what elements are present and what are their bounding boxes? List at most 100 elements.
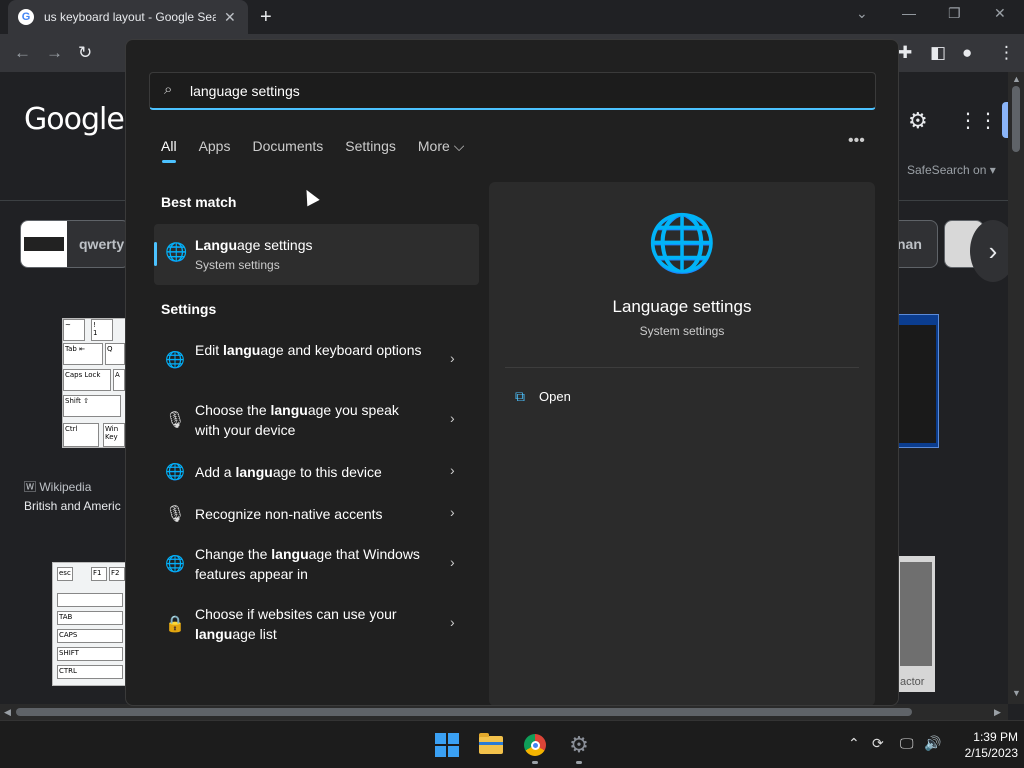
show-hidden-icons-chevron-icon[interactable]: ⌃	[848, 735, 860, 752]
tab-documents[interactable]: Documents	[252, 138, 323, 155]
tab-all[interactable]: All	[161, 138, 177, 163]
settings-result-add-language[interactable]: 🌐 Add a language to this device ›	[154, 458, 479, 494]
extensions-icon[interactable]: ✚	[898, 43, 912, 63]
tab-settings[interactable]: Settings	[345, 138, 396, 155]
settings-result-recognize-accents[interactable]: 🎙 Recognize non-native accents ›	[154, 500, 479, 536]
window-close-button[interactable]: ✕	[994, 5, 1006, 22]
settings-result-label: Choose if websites can use your language…	[195, 606, 397, 642]
wikipedia-source[interactable]: 🅆 Wikipedia	[24, 478, 91, 495]
network-icon[interactable]: 🖵	[900, 735, 914, 752]
settings-result-website-language-list[interactable]: 🔒 Choose if websites can use your langua…	[154, 600, 479, 650]
microphone-icon: 🎙	[165, 412, 186, 429]
tab-more[interactable]: More ⌵	[418, 138, 464, 155]
language-icon: 🌐	[165, 464, 185, 481]
language-icon: 🌐	[165, 242, 188, 262]
settings-gear-icon: ⚙	[569, 732, 589, 757]
chevron-down-icon: ⌵	[453, 138, 465, 154]
chevron-right-icon: ›	[450, 554, 455, 570]
windows-search-flyout: ⌕ All Apps Documents Settings More ⌵ •••…	[125, 39, 899, 706]
best-match-title: Language settings	[195, 237, 313, 253]
scroll-down-icon[interactable]: ▼	[1012, 688, 1021, 698]
windows-logo-icon	[435, 733, 459, 757]
search-box[interactable]: ⌕	[149, 72, 876, 110]
chip-label: qwerty	[79, 236, 125, 252]
reload-icon[interactable]: ↻	[78, 43, 92, 63]
settings-taskbar-button[interactable]: ⚙	[566, 732, 592, 758]
search-input[interactable]	[190, 81, 850, 101]
tab-title: us keyboard layout - Google Sea	[44, 10, 216, 24]
settings-result-label: Change the language that Windows feature…	[195, 546, 420, 582]
file-explorer-button[interactable]	[478, 732, 504, 758]
scroll-right-icon[interactable]: ▶	[994, 707, 1001, 718]
horizontal-scrollbar[interactable]: ◀ ▶	[0, 704, 1008, 720]
browser-tabstrip: G us keyboard layout - Google Sea ✕ + ⌄ …	[0, 0, 1024, 34]
google-apps-icon[interactable]: ⋮⋮⋮	[958, 108, 1008, 133]
scrollbar-thumb[interactable]	[1012, 86, 1020, 152]
detail-title: Language settings	[612, 297, 752, 316]
chrome-icon	[524, 734, 546, 756]
google-favicon-icon: G	[18, 9, 34, 25]
keyboard-image-result[interactable]: ~ ! 1 Tab ⇤ Q Caps Lock A Shift ⇧ Ctrl Wi…	[62, 318, 126, 448]
tab-search-icon[interactable]: ⌄	[856, 5, 868, 22]
best-match-heading: Best match	[161, 194, 237, 210]
settings-heading: Settings	[161, 301, 217, 317]
forward-arrow-icon[interactable]: →	[46, 43, 63, 63]
settings-result-label: Choose the language you speak with your …	[195, 402, 399, 438]
settings-result-windows-language[interactable]: 🌐 Change the language that Windows featu…	[154, 540, 479, 590]
chip-next-arrow-icon[interactable]: ›	[970, 220, 1008, 282]
search-icon: ⌕	[164, 81, 173, 98]
chip-thumbnail	[21, 221, 67, 267]
chip-label: nan	[897, 236, 922, 252]
side-panel-icon[interactable]: ◧	[930, 43, 946, 63]
scroll-up-icon[interactable]: ▲	[1012, 74, 1021, 84]
settings-result-edit-language[interactable]: 🌐 Edit language and keyboard options ›	[154, 336, 479, 386]
chevron-right-icon: ›	[450, 410, 455, 426]
detail-subtitle: System settings	[639, 324, 725, 338]
clock-date: 2/15/2023	[964, 746, 1018, 760]
tab-close-icon[interactable]: ✕	[224, 9, 236, 26]
back-arrow-icon[interactable]: ←	[14, 43, 31, 63]
volume-icon[interactable]: 🔊	[924, 735, 941, 752]
related-chip-qwerty[interactable]: qwerty	[20, 220, 130, 268]
chevron-right-icon: ›	[450, 350, 455, 366]
chevron-right-icon: ›	[450, 504, 455, 520]
profile-icon[interactable]: ●	[962, 43, 972, 63]
chevron-right-icon: ›	[450, 462, 455, 478]
keyboard-image-gray[interactable]	[897, 556, 935, 692]
image-caption: actor	[900, 676, 925, 688]
browser-menu-icon[interactable]: ⋮	[998, 43, 1015, 63]
scroll-left-icon[interactable]: ◀	[4, 707, 11, 718]
lock-icon: 🔒	[165, 616, 185, 633]
folder-icon	[479, 733, 503, 754]
vertical-scrollbar[interactable]: ▲ ▼	[1008, 72, 1024, 704]
settings-gear-icon[interactable]: ⚙	[908, 108, 928, 134]
best-match-subtitle: System settings	[195, 258, 280, 272]
chrome-taskbar-button[interactable]	[522, 732, 548, 758]
more-options-icon[interactable]: •••	[848, 132, 865, 150]
detail-divider	[505, 367, 859, 368]
tab-apps[interactable]: Apps	[199, 138, 231, 155]
settings-result-label: Add a language to this device	[195, 464, 382, 480]
settings-result-choose-language[interactable]: 🎙 Choose the language you speak with you…	[154, 396, 479, 446]
scrollbar-thumb[interactable]	[16, 708, 912, 716]
new-tab-button[interactable]: +	[260, 6, 272, 29]
open-action[interactable]: ⧉ Open	[515, 388, 571, 405]
result-title[interactable]: British and Americ	[24, 499, 121, 513]
taskbar-clock[interactable]: 1:39 PM 2/15/2023	[948, 729, 1018, 761]
keyboard-image-dark[interactable]	[896, 314, 939, 448]
search-filter-tabs: All Apps Documents Settings More ⌵	[161, 138, 486, 163]
sync-status-icon[interactable]: ⟳	[872, 735, 884, 752]
browser-tab[interactable]: G us keyboard layout - Google Sea ✕	[8, 0, 248, 34]
safesearch-toggle[interactable]: SafeSearch on ▾	[907, 163, 996, 177]
minimize-button[interactable]: —	[902, 5, 916, 21]
language-icon: 🌐	[165, 556, 185, 573]
windows-taskbar: ⚙ ⌃ ⟳ 🖵 🔊 1:39 PM 2/15/2023	[0, 720, 1024, 768]
keyboard-image-result-2[interactable]: esc F1 F2 TAB CAPS SHIFT CTRL	[52, 562, 126, 686]
best-match-result[interactable]: 🌐 Language settings System settings	[154, 224, 479, 285]
google-logo[interactable]: Google	[24, 102, 125, 137]
restore-button[interactable]: ❐	[948, 5, 961, 22]
settings-result-label: Recognize non-native accents	[195, 506, 383, 522]
chevron-right-icon: ›	[450, 614, 455, 630]
clock-time: 1:39 PM	[973, 730, 1018, 744]
start-button[interactable]	[434, 732, 460, 758]
